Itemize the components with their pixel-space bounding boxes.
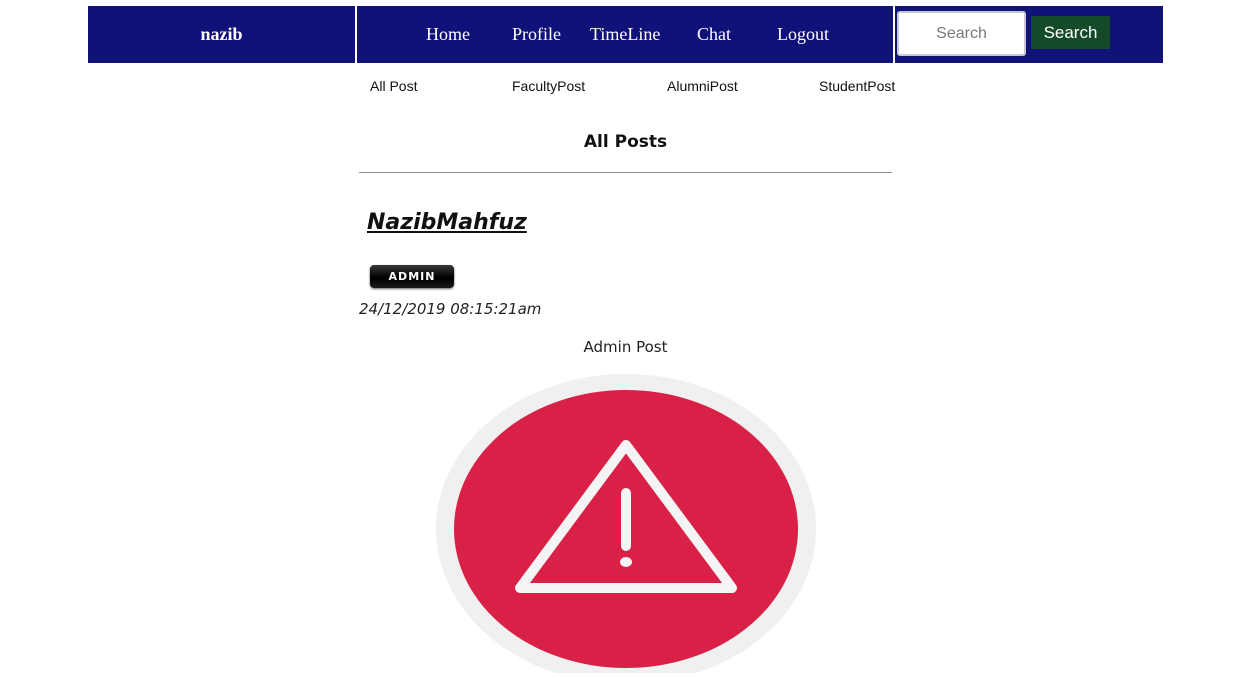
nav-home-link[interactable]: Home bbox=[426, 6, 470, 63]
navbar-divider-right bbox=[893, 6, 895, 63]
warning-icon bbox=[436, 374, 816, 678]
nav-logout-link[interactable]: Logout bbox=[777, 6, 829, 63]
search-button[interactable]: Search bbox=[1031, 16, 1110, 49]
admin-badge: ADMIN bbox=[370, 265, 454, 288]
brand-name[interactable]: nazib bbox=[88, 6, 355, 63]
post-text: Admin Post bbox=[583, 338, 668, 356]
search-input[interactable] bbox=[897, 11, 1026, 56]
tab-alumni-post[interactable]: AlumniPost bbox=[667, 78, 738, 94]
nav-timeline-link[interactable]: TimeLine bbox=[590, 6, 660, 63]
tab-student-post[interactable]: StudentPost bbox=[819, 78, 895, 94]
post-image bbox=[436, 373, 817, 678]
title-divider bbox=[359, 172, 892, 173]
top-navbar: nazib Home Profile TimeLine Chat Logout … bbox=[88, 6, 1163, 63]
post-author-link[interactable]: NazibMahfuz bbox=[367, 210, 527, 235]
tab-all-post[interactable]: All Post bbox=[370, 78, 417, 94]
navbar-divider-left bbox=[355, 6, 357, 63]
nav-chat-link[interactable]: Chat bbox=[697, 6, 731, 63]
nav-profile-link[interactable]: Profile bbox=[512, 6, 561, 63]
page-title: All Posts bbox=[583, 132, 668, 152]
post-timestamp: 24/12/2019 08:15:21am bbox=[359, 300, 542, 318]
tab-faculty-post[interactable]: FacultyPost bbox=[512, 78, 585, 94]
